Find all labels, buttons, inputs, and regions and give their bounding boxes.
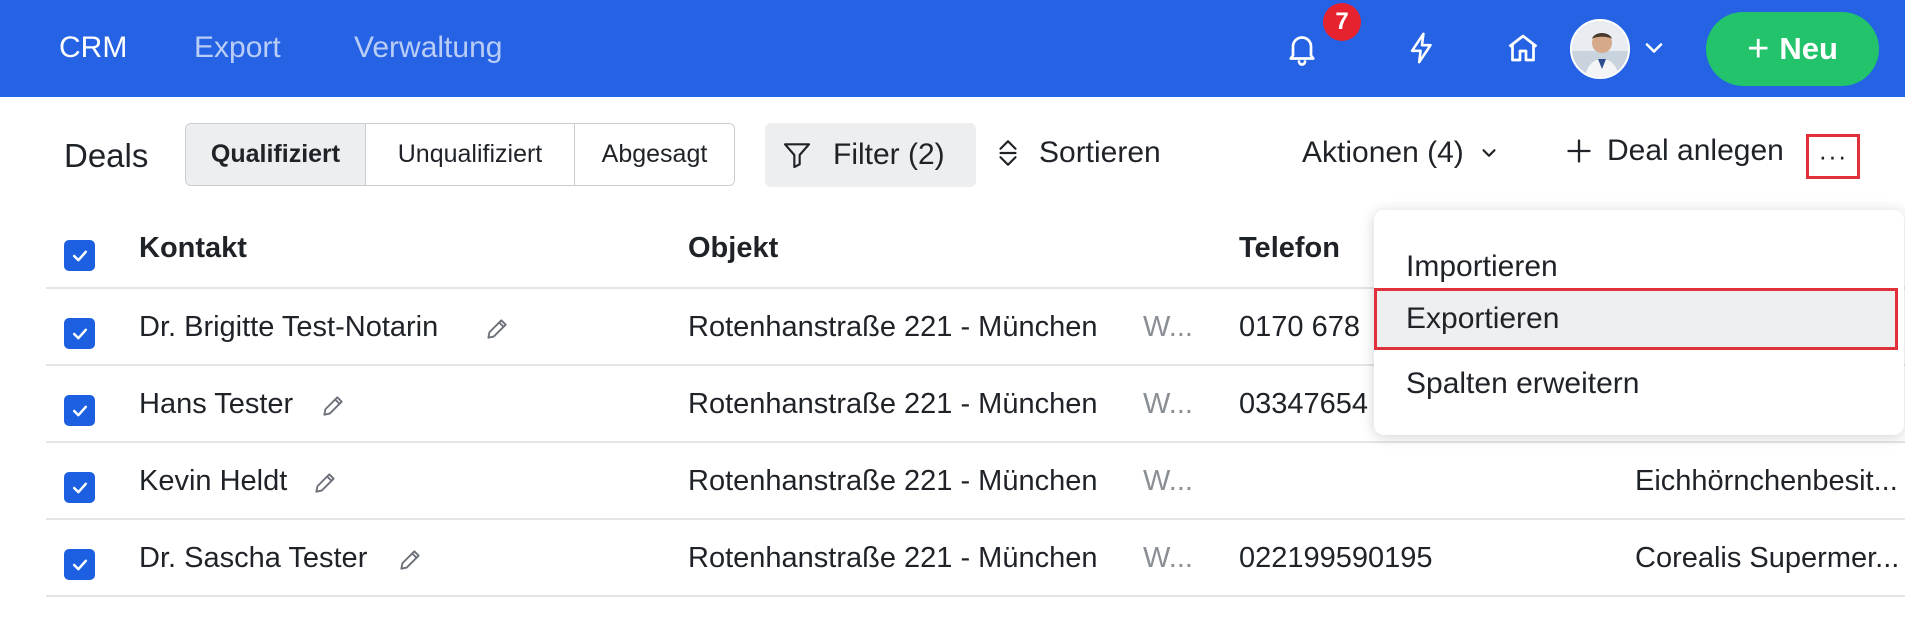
row-divider <box>46 441 1921 443</box>
column-header-contact[interactable]: Kontakt <box>139 232 247 265</box>
row-checkbox[interactable] <box>64 472 95 503</box>
object-extra: W... <box>1143 465 1193 497</box>
checkmark-icon <box>72 405 87 416</box>
add-deal-button[interactable]: Deal anlegen <box>1565 134 1784 168</box>
contact-name[interactable]: Hans Tester <box>139 388 293 421</box>
menu-item-export[interactable]: Exportieren <box>1374 288 1898 350</box>
select-all-checkbox[interactable] <box>64 240 95 271</box>
nav-link-verwaltung[interactable]: Verwaltung <box>354 30 502 66</box>
row-checkbox[interactable] <box>64 395 95 426</box>
object-address: Rotenhanstraße 221 - München <box>688 311 1098 343</box>
filter-button-label: Filter (2) <box>833 138 945 171</box>
contact-name[interactable]: Dr. Sascha Tester <box>139 542 367 575</box>
pencil-icon[interactable] <box>484 316 510 342</box>
segment-unqualifiziert[interactable]: Unqualifiziert <box>365 124 574 185</box>
plus-icon: + <box>1747 28 1770 70</box>
checkmark-icon <box>72 328 87 339</box>
more-options-menu: Importieren Exportieren Spalten erweiter… <box>1374 210 1904 435</box>
new-button-label: Neu <box>1779 31 1838 66</box>
chevron-down-icon <box>1482 149 1496 157</box>
object-address: Rotenhanstraße 221 - München <box>688 388 1098 420</box>
object-extra: W... <box>1143 542 1193 574</box>
column-header-phone[interactable]: Telefon <box>1239 232 1340 265</box>
checkmark-icon <box>72 482 87 493</box>
avatar-picture <box>1572 21 1628 77</box>
checkmark-icon <box>72 559 87 570</box>
nav-link-export[interactable]: Export <box>194 30 281 66</box>
object-address: Rotenhanstraße 221 - München <box>688 465 1098 497</box>
segment-abgesagt[interactable]: Abgesagt <box>574 124 734 185</box>
notifications-button[interactable] <box>1278 24 1326 72</box>
sort-icon <box>999 140 1017 166</box>
home-button[interactable] <box>1499 24 1547 72</box>
contact-name[interactable]: Dr. Brigitte Test-Notarin <box>139 311 438 344</box>
chevron-down-icon[interactable] <box>1640 34 1668 62</box>
lightning-icon <box>1410 32 1432 64</box>
company-name[interactable]: Corealis Supermer... <box>1635 542 1899 575</box>
menu-item-expand-columns[interactable]: Spalten erweitern <box>1374 353 1904 415</box>
status-segmented-control: Qualifiziert Unqualifiziert Abgesagt <box>185 123 735 186</box>
new-button[interactable]: + Neu <box>1706 12 1879 86</box>
actions-dropdown-label: Aktionen (4) <box>1302 136 1464 169</box>
phone-number[interactable]: 022199590195 <box>1239 542 1433 575</box>
sort-button-label: Sortieren <box>1039 136 1161 169</box>
plus-icon <box>1567 139 1591 163</box>
top-navigation-bar: CRM Export Verwaltung 7 + Neu <box>0 0 1921 97</box>
company-name[interactable]: Eichhörnchenbesit... <box>1635 465 1898 498</box>
contact-name[interactable]: Kevin Heldt <box>139 465 287 498</box>
checkmark-icon <box>72 250 87 261</box>
filter-icon <box>783 143 811 169</box>
pencil-icon[interactable] <box>397 547 423 573</box>
object-address: Rotenhanstraße 221 - München <box>688 542 1098 574</box>
column-header-object[interactable]: Objekt <box>688 232 778 265</box>
page-title: Deals <box>64 137 149 174</box>
add-deal-button-label: Deal anlegen <box>1607 134 1784 167</box>
row-checkbox[interactable] <box>64 549 95 580</box>
quick-actions-button[interactable] <box>1398 24 1446 72</box>
home-icon <box>1508 34 1538 62</box>
row-divider <box>46 595 1921 597</box>
row-checkbox[interactable] <box>64 318 95 349</box>
phone-number[interactable]: 03347654 <box>1239 388 1368 421</box>
user-avatar[interactable] <box>1570 19 1630 79</box>
more-options-button[interactable]: ··· <box>1806 134 1860 179</box>
sort-button[interactable]: Sortieren <box>995 136 1161 170</box>
bell-icon <box>1289 36 1315 66</box>
nav-link-crm[interactable]: CRM <box>59 30 127 66</box>
phone-number[interactable]: 0170 678 <box>1239 311 1360 344</box>
filter-button[interactable]: Filter (2) <box>765 123 976 187</box>
notification-count-badge: 7 <box>1323 3 1361 41</box>
row-divider <box>46 518 1921 520</box>
segment-qualifiziert[interactable]: Qualifiziert <box>186 124 365 185</box>
right-edge <box>1905 0 1921 617</box>
actions-dropdown[interactable]: Aktionen (4) <box>1302 136 1500 170</box>
object-extra: W... <box>1143 388 1193 420</box>
object-extra: W... <box>1143 311 1193 343</box>
pencil-icon[interactable] <box>312 470 338 496</box>
pencil-icon[interactable] <box>320 393 346 419</box>
